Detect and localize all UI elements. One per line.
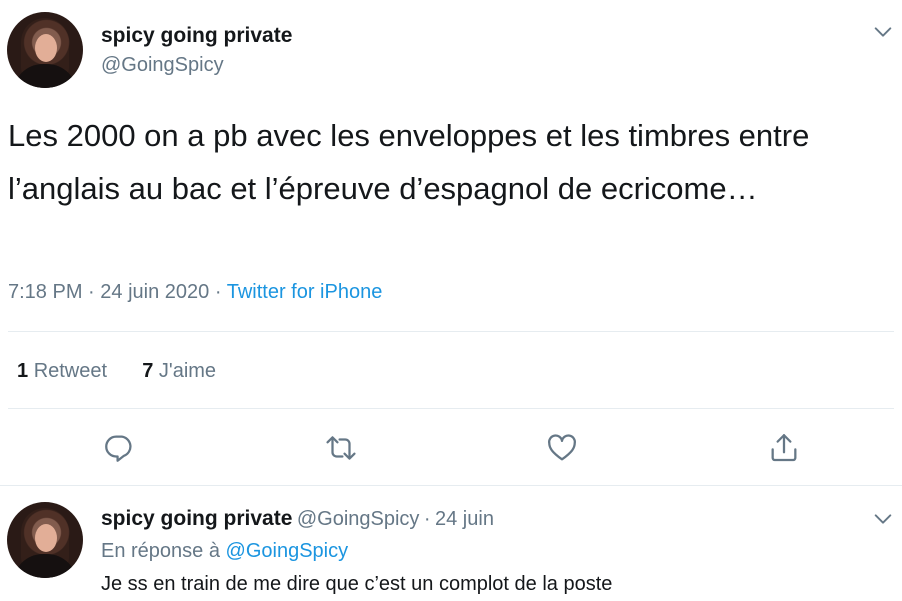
author-avatar[interactable]	[7, 12, 83, 88]
heart-icon[interactable]	[545, 431, 579, 470]
tweet-source-link[interactable]: Twitter for iPhone	[227, 281, 383, 303]
reply-date[interactable]: 24 juin	[435, 508, 494, 530]
retweet-icon[interactable]	[324, 431, 358, 470]
meta-separator: ·	[88, 281, 95, 303]
reply-author-name[interactable]: spicy going private	[101, 507, 292, 530]
reply-separator: ·	[423, 508, 431, 530]
reply-author-avatar[interactable]	[7, 502, 83, 578]
like-label: J'aime	[158, 360, 217, 382]
reply-header: spicy going private @GoingSpicy · 24 jui…	[101, 507, 494, 531]
reply-context-handle[interactable]: @GoingSpicy	[226, 540, 349, 562]
reply-author-handle[interactable]: @GoingSpicy	[297, 508, 420, 530]
author-handle[interactable]: @GoingSpicy	[101, 54, 224, 77]
like-stat[interactable]: 7 J'aime	[142, 360, 216, 382]
reply-context-prefix: En réponse à	[101, 540, 220, 562]
retweet-label: Retweet	[33, 360, 108, 382]
tweet-text: Les 2000 on a pb avec les enveloppes et …	[8, 118, 810, 206]
meta-separator: ·	[214, 281, 222, 303]
tweet-stats: 1 Retweet 7 J'aime	[17, 360, 216, 383]
retweet-stat[interactable]: 1 Retweet	[17, 360, 113, 382]
retweet-count: 1	[17, 360, 29, 382]
chevron-down-icon[interactable]	[872, 508, 894, 535]
like-count: 7	[142, 360, 154, 382]
share-icon[interactable]	[767, 431, 801, 470]
tweet-meta: 7:18 PM · 24 juin 2020 · Twitter for iPh…	[8, 281, 382, 304]
reply-icon[interactable]	[102, 431, 136, 470]
reply-text: Je ss en train de me dire que c’est un c…	[101, 573, 613, 595]
author-name[interactable]: spicy going private	[101, 24, 292, 48]
divider	[8, 408, 894, 409]
tweet-time[interactable]: 7:18 PM	[8, 281, 82, 303]
divider	[8, 331, 894, 332]
divider	[0, 485, 902, 486]
tweet-date[interactable]: 24 juin 2020	[100, 281, 209, 303]
reply-context: En réponse à @GoingSpicy	[101, 540, 348, 563]
chevron-down-icon[interactable]	[872, 21, 894, 48]
